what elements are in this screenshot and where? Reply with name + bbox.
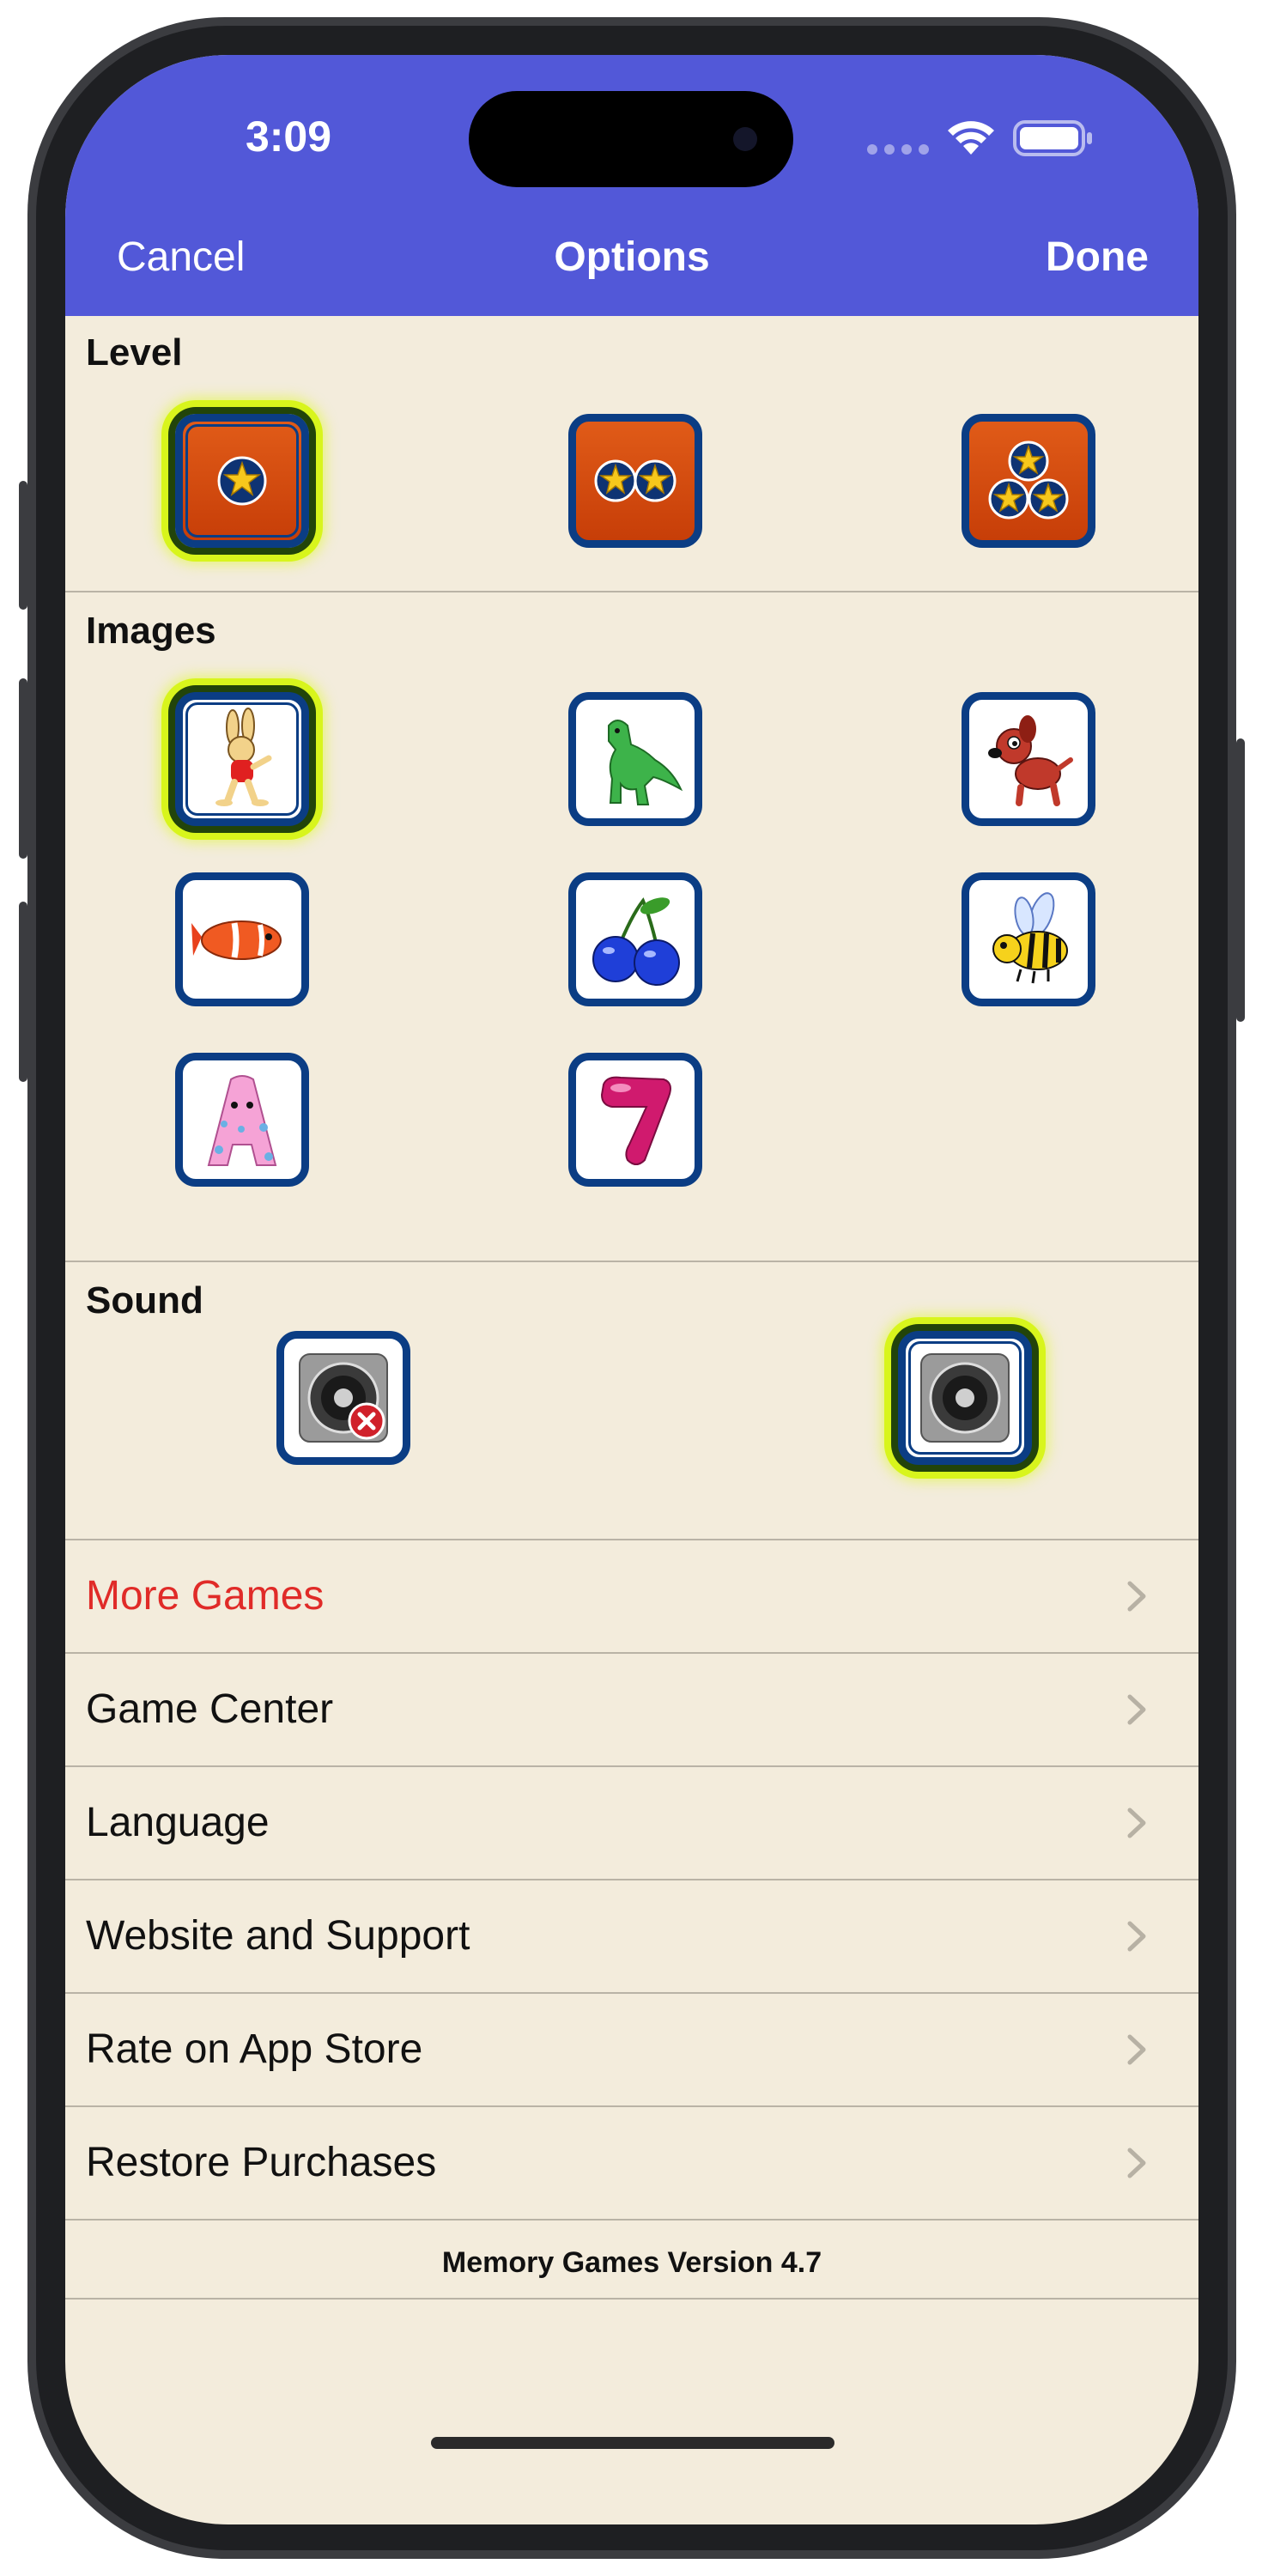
rate-app-store-row[interactable]: Rate on App Store [65, 1994, 1198, 2107]
chevron-right-icon [1127, 2034, 1146, 2065]
chevron-right-icon [1127, 1921, 1146, 1952]
front-camera [733, 127, 757, 151]
sound-off-option[interactable] [276, 1331, 410, 1465]
dog-icon [988, 715, 1073, 806]
level-three-stars-option[interactable] [962, 414, 1095, 548]
status-time: 3:09 [245, 112, 332, 161]
bee-icon [992, 892, 1068, 984]
navigation-bar: 3:09 Cancel Options Done [65, 55, 1198, 316]
two-stars-icon [594, 459, 677, 502]
chevron-right-icon [1127, 1581, 1146, 1612]
star-icon [217, 456, 267, 506]
level-two-stars-option[interactable] [568, 414, 702, 548]
wifi-icon [948, 121, 994, 155]
language-row[interactable]: Language [65, 1767, 1198, 1880]
clownfish-icon [191, 920, 282, 960]
more-games-label: More Games [86, 1573, 325, 1619]
volume-down-button [19, 902, 27, 1082]
chevron-right-icon [1127, 2148, 1146, 2178]
action-button [19, 481, 27, 610]
image-clownfish-option[interactable] [175, 872, 309, 1006]
screen: 3:09 Cancel Options Done Level Images So… [65, 55, 1198, 2524]
sound-on-option[interactable] [898, 1331, 1032, 1465]
chevron-right-icon [1127, 1807, 1146, 1838]
bunny-icon [215, 708, 272, 806]
speaker-muted-icon [299, 1353, 388, 1443]
level-divider [65, 591, 1198, 592]
footer-divider [65, 2298, 1198, 2300]
image-dog-option[interactable] [962, 692, 1095, 826]
images-divider [65, 1261, 1198, 1262]
level-section-title: Level [86, 331, 183, 374]
cellular-signal-icon [867, 144, 932, 156]
image-cherries-option[interactable] [568, 872, 702, 1006]
website-support-row[interactable]: Website and Support [65, 1880, 1198, 1994]
dinosaur-icon [608, 720, 683, 805]
cherries-icon [592, 897, 680, 986]
chevron-right-icon [1127, 1694, 1146, 1725]
image-number-7-option[interactable] [568, 1053, 702, 1187]
done-button[interactable]: Done [1046, 232, 1149, 283]
image-letter-a-option[interactable] [175, 1053, 309, 1187]
version-label: Memory Games Version 4.7 [441, 2246, 822, 2279]
dynamic-island [469, 91, 793, 187]
volume-up-button [19, 678, 27, 859]
rate-app-store-label: Rate on App Store [86, 2026, 423, 2072]
language-label: Language [86, 1800, 270, 1845]
game-center-label: Game Center [86, 1686, 334, 1732]
battery-icon [1013, 120, 1092, 156]
website-support-label: Website and Support [86, 1913, 470, 1959]
images-section-title: Images [86, 610, 216, 652]
image-bunny-option[interactable] [175, 692, 309, 826]
image-bee-option[interactable] [962, 872, 1095, 1006]
letter-a-icon [207, 1075, 277, 1166]
row-divider [65, 2219, 1198, 2221]
cancel-button[interactable]: Cancel [117, 232, 245, 283]
page-title: Options [554, 234, 710, 280]
sound-section-title: Sound [86, 1279, 203, 1321]
image-dinosaur-option[interactable] [568, 692, 702, 826]
more-games-row[interactable]: More Games [65, 1540, 1198, 1654]
number-7-icon [600, 1076, 671, 1165]
restore-purchases-row[interactable]: Restore Purchases [65, 2107, 1198, 2221]
game-center-row[interactable]: Game Center [65, 1654, 1198, 1767]
speaker-icon [920, 1353, 1010, 1443]
home-indicator[interactable] [431, 2437, 834, 2449]
level-one-star-option[interactable] [175, 414, 309, 548]
power-button [1236, 738, 1245, 1022]
restore-purchases-label: Restore Purchases [86, 2140, 437, 2185]
three-stars-icon [988, 440, 1069, 519]
